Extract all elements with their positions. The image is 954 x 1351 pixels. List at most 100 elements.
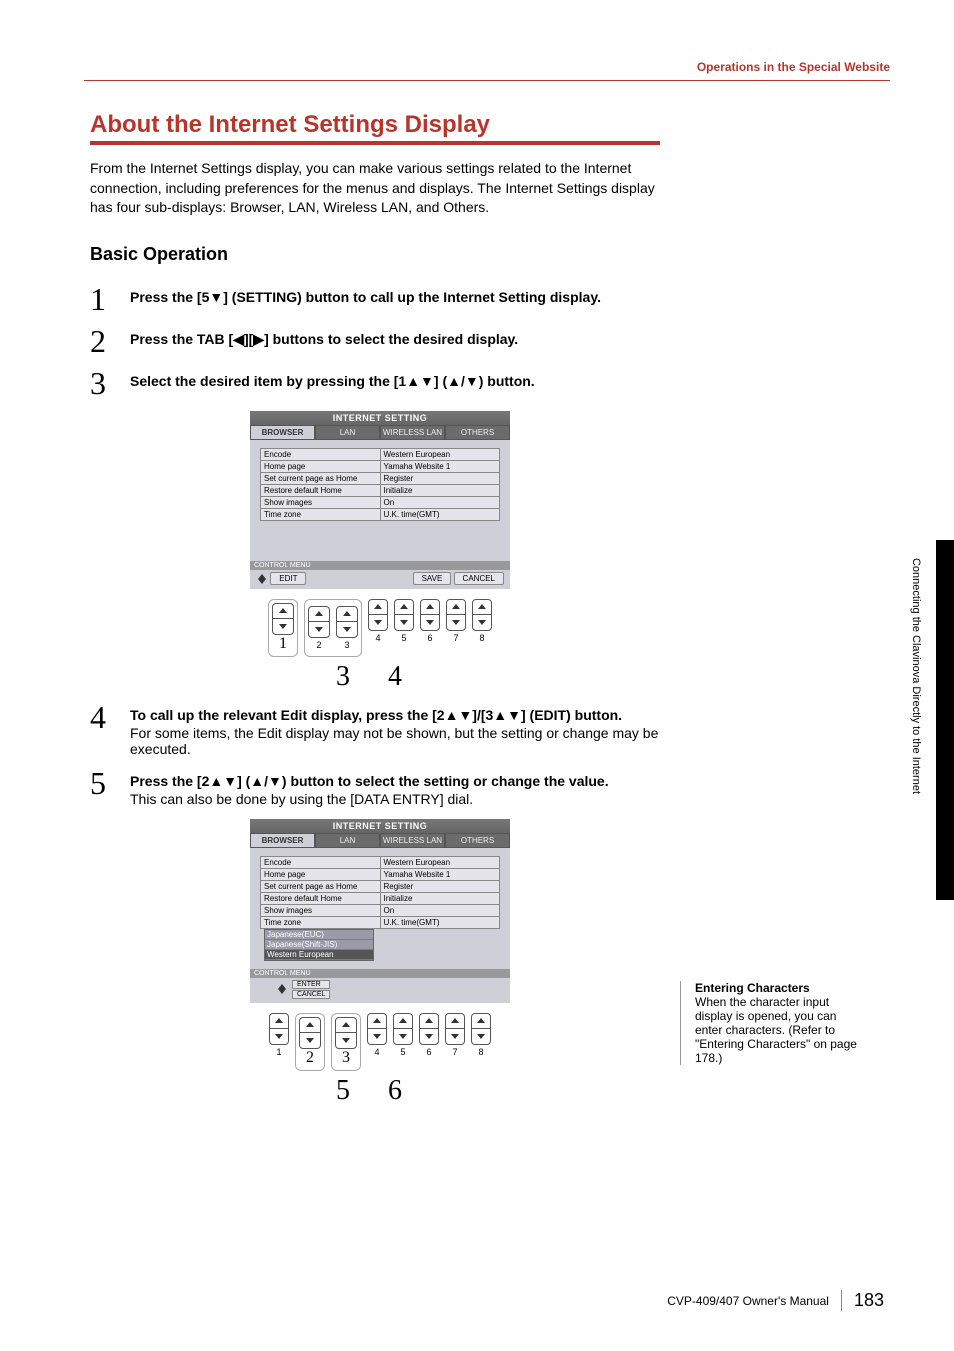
tab-wireless-lan: WIRELESS LAN — [380, 833, 445, 848]
cell: Show images — [261, 496, 381, 508]
button-1 — [269, 1013, 289, 1045]
button-7 — [445, 1013, 465, 1045]
button-row: 1 2 3 4 5 6 7 8 — [250, 599, 510, 657]
chapter-label-vertical: Connecting the Clavinova Directly to the… — [910, 557, 922, 793]
step-2: 2 Press the TAB [◀][▶] buttons to select… — [90, 325, 660, 357]
cell: Yamaha Website 1 — [380, 460, 500, 472]
button-4 — [368, 599, 388, 631]
step-number: 5 — [90, 767, 130, 807]
step-text: Press the [2▲▼] (▲/▼) button to select t… — [130, 773, 609, 789]
button-num: 1 — [269, 1047, 289, 1057]
cell: Register — [380, 472, 500, 484]
button-3 — [336, 606, 358, 638]
cell: Show images — [261, 904, 381, 916]
step-number: 4 — [90, 701, 130, 757]
footer-manual-name: CVP-409/407 Owner's Manual — [667, 1294, 829, 1308]
cell: On — [380, 904, 500, 916]
button-num: 8 — [472, 633, 492, 643]
button-8 — [472, 599, 492, 631]
header-section-title: Operations in the Special Website — [84, 60, 890, 81]
main-column: About the Internet Settings Display From… — [90, 111, 660, 1115]
button-row: 1 2 3 4 5 6 7 8 — [250, 1013, 510, 1071]
step-number: 3 — [90, 367, 130, 399]
page-title: About the Internet Settings Display — [90, 111, 660, 145]
figure-control-menu-label: CONTROL MENU — [250, 561, 510, 570]
figure-cancel-button: CANCEL — [454, 572, 504, 585]
callout-6: 6 — [388, 1075, 402, 1107]
step-number: 2 — [90, 325, 130, 357]
button-5 — [393, 1013, 413, 1045]
sidebar-note: Entering Characters When the character i… — [680, 981, 860, 1065]
button-num: 2 — [306, 1049, 314, 1067]
cell: Yamaha Website 1 — [380, 868, 500, 880]
footer-page-number: 183 — [841, 1290, 884, 1311]
step-desc: This can also be done by using the [DATA… — [130, 791, 660, 807]
button-num: 6 — [420, 633, 440, 643]
cell: Restore default Home — [261, 892, 381, 904]
figure-popup-list: Japanese(EUC) Japanese(Shift-JIS) Wester… — [264, 929, 374, 961]
figure-internet-setting-1: INTERNET SETTING BROWSER LAN WIRELESS LA… — [250, 411, 510, 693]
button-num: 4 — [367, 1047, 387, 1057]
tab-wireless-lan: WIRELESS LAN — [380, 425, 445, 440]
button-6 — [420, 599, 440, 631]
cell: Initialize — [380, 484, 500, 496]
button-num: 8 — [471, 1047, 491, 1057]
step-4: 4 To call up the relevant Edit display, … — [90, 701, 660, 757]
cell: Home page — [261, 868, 381, 880]
figure-cancel-button: CANCEL — [292, 990, 330, 999]
page-footer: CVP-409/407 Owner's Manual 183 — [667, 1290, 884, 1311]
cell: Western European — [380, 856, 500, 868]
callout-5: 5 — [336, 1075, 350, 1107]
cell: Initialize — [380, 892, 500, 904]
step-number: 1 — [90, 283, 130, 315]
step-5: 5 Press the [2▲▼] (▲/▼) button to select… — [90, 767, 660, 807]
step-text: Press the TAB [◀][▶] buttons to select t… — [130, 331, 518, 347]
step-text: Press the [5▼] (SETTING) button to call … — [130, 289, 601, 305]
button-1 — [272, 603, 294, 635]
cell: Encode — [261, 856, 381, 868]
button-num: 5 — [394, 633, 414, 643]
figure-tabs: BROWSER LAN WIRELESS LAN OTHERS — [250, 425, 510, 440]
figure-control-menu-label: CONTROL MENU — [250, 969, 510, 978]
step-text: To call up the relevant Edit display, pr… — [130, 707, 622, 723]
figure-settings-table: EncodeWestern European Home pageYamaha W… — [260, 448, 500, 521]
button-num: 5 — [393, 1047, 413, 1057]
button-8 — [471, 1013, 491, 1045]
popup-item: Japanese(EUC) — [265, 930, 373, 940]
tab-lan: LAN — [315, 425, 380, 440]
figure-tabs: BROWSER LAN WIRELESS LAN OTHERS — [250, 833, 510, 848]
tab-others: OTHERS — [445, 425, 510, 440]
cell: On — [380, 496, 500, 508]
figure-enter-button: ENTER — [292, 980, 330, 989]
step-1: 1 Press the [5▼] (SETTING) button to cal… — [90, 283, 660, 315]
cell: Restore default Home — [261, 484, 381, 496]
figure-edit-button: EDIT — [270, 572, 306, 585]
callout-4: 4 — [388, 661, 402, 693]
button-6 — [419, 1013, 439, 1045]
tab-browser: BROWSER — [250, 833, 315, 848]
button-num: 6 — [419, 1047, 439, 1057]
button-2 — [299, 1017, 321, 1049]
button-num: 2 — [308, 640, 330, 650]
tab-lan: LAN — [315, 833, 380, 848]
figure-internet-setting-2: INTERNET SETTING BROWSER LAN WIRELESS LA… — [250, 819, 510, 1107]
subheading-basic-operation: Basic Operation — [90, 244, 660, 265]
popup-item: Japanese(Shift-JIS) — [265, 940, 373, 950]
tab-others: OTHERS — [445, 833, 510, 848]
cell: U.K. time(GMT) — [380, 916, 500, 928]
button-num: 1 — [279, 635, 287, 653]
figure-settings-table: EncodeWestern European Home pageYamaha W… — [260, 856, 500, 929]
button-num: 4 — [368, 633, 388, 643]
button-7 — [446, 599, 466, 631]
tab-browser: BROWSER — [250, 425, 315, 440]
figure-save-button: SAVE — [413, 572, 452, 585]
cell: Encode — [261, 448, 381, 460]
button-num: 7 — [445, 1047, 465, 1057]
figure-title: INTERNET SETTING — [250, 411, 510, 425]
cell: Set current page as Home — [261, 880, 381, 892]
button-num: 3 — [336, 640, 358, 650]
button-4 — [367, 1013, 387, 1045]
callout-3: 3 — [336, 661, 350, 693]
button-2 — [308, 606, 330, 638]
cell: Time zone — [261, 508, 381, 520]
